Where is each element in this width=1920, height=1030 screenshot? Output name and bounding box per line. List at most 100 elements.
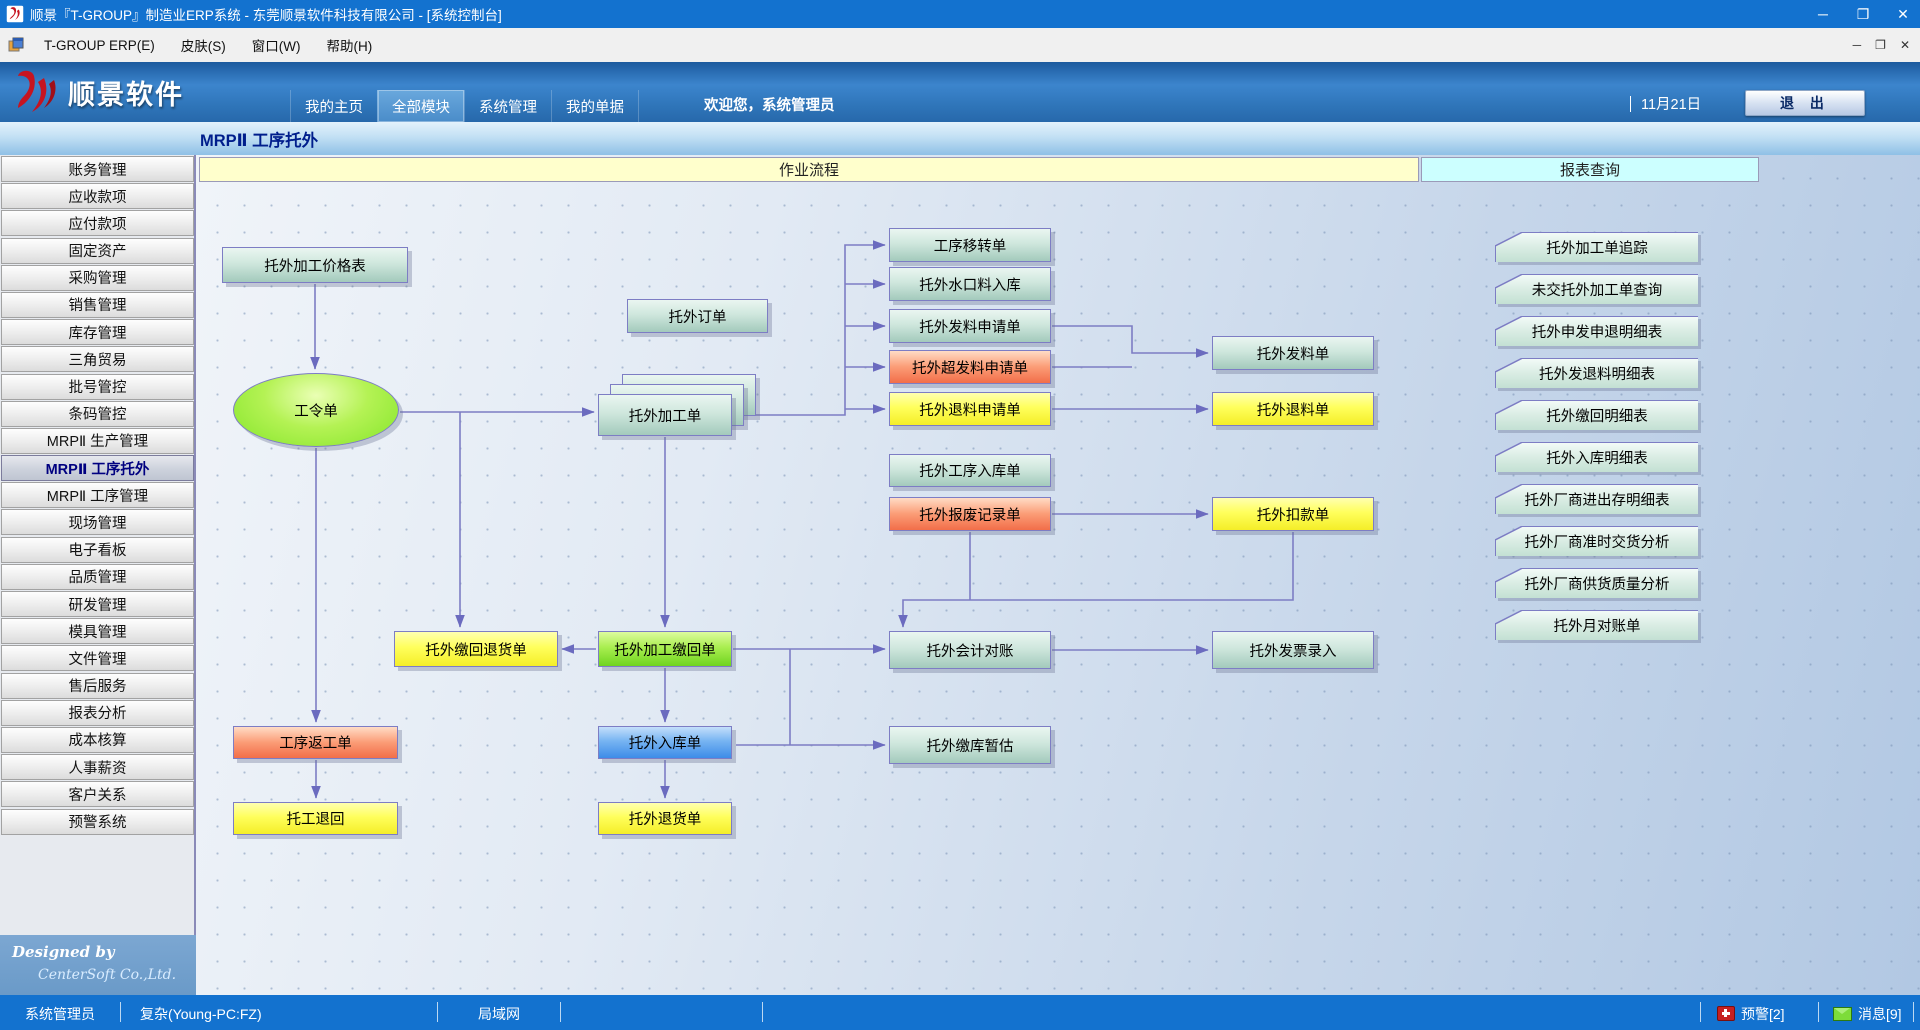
status-separator xyxy=(1700,1002,1701,1022)
sidebar-item-固定资产[interactable]: 固定资产 xyxy=(1,238,194,264)
report-button-托外缴回明细表[interactable]: 托外缴回明细表 xyxy=(1496,401,1698,430)
flow-node-return[interactable]: 托外退料单 xyxy=(1212,392,1374,426)
flow-node-invoice[interactable]: 托外发票录入 xyxy=(1212,631,1374,669)
sidebar-item-电子看板[interactable]: 电子看板 xyxy=(1,537,194,563)
flow-node-warehouse-in[interactable]: 托外入库单 xyxy=(598,726,732,759)
date-text: 11月21日 xyxy=(1630,93,1701,114)
menu-item-tgroup-erp[interactable]: T-GROUP ERP(E) xyxy=(34,34,165,57)
titlebar: 顺景『T-GROUP』制造业ERP系统 - 东莞顺景软件科技有限公司 - [系统… xyxy=(0,0,1920,28)
tab-我的单据[interactable]: 我的单据 xyxy=(551,90,639,122)
sidebar-item-成本核算[interactable]: 成本核算 xyxy=(1,727,194,753)
report-button-托外月对账单[interactable]: 托外月对账单 xyxy=(1496,611,1698,640)
sidebar: 账务管理应收款项应付款项固定资产采购管理销售管理库存管理三角贸易批号管控条码管控… xyxy=(0,155,196,995)
flow-node-accrual[interactable]: 托外缴库暂估 xyxy=(889,726,1051,764)
sidebar-item-MRPⅡ 工序管理[interactable]: MRPⅡ 工序管理 xyxy=(1,482,194,508)
flow-node-scrap[interactable]: 托外报废记录单 xyxy=(889,497,1051,531)
status-alerts[interactable]: 预警[2] xyxy=(1717,1004,1785,1024)
tab-系统管理[interactable]: 系统管理 xyxy=(464,90,551,122)
sidebar-item-现场管理[interactable]: 现场管理 xyxy=(1,509,194,535)
sidebar-item-三角贸易[interactable]: 三角贸易 xyxy=(1,346,194,372)
flow-node-submit[interactable]: 托外加工缴回单 xyxy=(598,631,732,667)
designed-by: Designed by CenterSoft Co.,Ltd. xyxy=(0,935,196,995)
flow-node-transfer[interactable]: 工序移转单 xyxy=(889,228,1051,262)
sidebar-item-报表分析[interactable]: 报表分析 xyxy=(1,700,194,726)
statusbar: 系统管理员 复杂(Young-PC:FZ) 局域网 预警[2] 消息[9] xyxy=(0,995,1920,1030)
page-title: MRPⅡ 工序托外 xyxy=(200,127,318,151)
mdi-minimize-button[interactable]: ─ xyxy=(1853,38,1862,52)
flow-node-process-sheet[interactable]: 托外加工单 xyxy=(598,394,732,436)
report-button-托外申发申退明细表[interactable]: 托外申发申退明细表 xyxy=(1496,317,1698,346)
flow-node-issue-req[interactable]: 托外发料申请单 xyxy=(889,309,1051,343)
flow-node-work-order[interactable]: 工令单 xyxy=(233,373,399,447)
tab-全部模块[interactable]: 全部模块 xyxy=(377,90,464,122)
minimize-button[interactable]: ─ xyxy=(1814,6,1832,22)
sidebar-item-售后服务[interactable]: 售后服务 xyxy=(1,673,194,699)
report-button-托外厂商准时交货分析[interactable]: 托外厂商准时交货分析 xyxy=(1496,527,1698,556)
sidebar-item-应收款项[interactable]: 应收款项 xyxy=(1,183,194,209)
flow-node-outsource-order[interactable]: 托外订单 xyxy=(627,299,768,333)
status-user: 系统管理员 xyxy=(25,1004,95,1024)
sidebar-item-人事薪资[interactable]: 人事薪资 xyxy=(1,754,194,780)
flow-node-price-list[interactable]: 托外加工价格表 xyxy=(222,247,408,283)
sidebar-item-模具管理[interactable]: 模具管理 xyxy=(1,618,194,644)
menubar: T-GROUP ERP(E) 皮肤(S) 窗口(W) 帮助(H) ─ ❐ ✕ xyxy=(0,28,1920,63)
menu-item-skin[interactable]: 皮肤(S) xyxy=(171,31,236,59)
sidebar-item-应付款项[interactable]: 应付款项 xyxy=(1,210,194,236)
sidebar-item-MRPⅡ 工序托外[interactable]: MRPⅡ 工序托外 xyxy=(1,455,194,481)
window-title: 顺景『T-GROUP』制造业ERP系统 - 东莞顺景软件科技有限公司 - [系统… xyxy=(30,4,502,24)
sidebar-item-条码管控[interactable]: 条码管控 xyxy=(1,401,194,427)
mdi-restore-button[interactable]: ❐ xyxy=(1875,38,1886,52)
sidebar-item-文件管理[interactable]: 文件管理 xyxy=(1,645,194,671)
brand-swoosh-icon xyxy=(10,68,62,116)
report-button-wrap: 托外发退料明细表 xyxy=(1496,359,1698,388)
date-separator xyxy=(1630,96,1631,112)
status-separator xyxy=(1913,1002,1914,1022)
sidebar-item-账务管理[interactable]: 账务管理 xyxy=(1,156,194,182)
flow-node-over-issue-req[interactable]: 托外超发料申请单 xyxy=(889,350,1051,384)
brand-logo: 顺景软件 xyxy=(10,68,184,116)
flow-node-proc-in[interactable]: 托外工序入库单 xyxy=(889,454,1051,487)
envelope-icon xyxy=(1833,1007,1852,1021)
sidebar-item-采购管理[interactable]: 采购管理 xyxy=(1,265,194,291)
status-separator xyxy=(120,1002,121,1022)
maximize-button[interactable]: ❐ xyxy=(1854,6,1872,23)
mdi-close-button[interactable]: ✕ xyxy=(1900,38,1910,52)
sidebar-item-品质管理[interactable]: 品质管理 xyxy=(1,564,194,590)
mdi-child-icon xyxy=(8,37,24,53)
sidebar-item-MRPⅡ 生产管理[interactable]: MRPⅡ 生产管理 xyxy=(1,428,194,454)
sidebar-item-预警系统[interactable]: 预警系统 xyxy=(1,809,194,835)
flow-node-return-req[interactable]: 托外退料申请单 xyxy=(889,392,1051,426)
report-button-托外发退料明细表[interactable]: 托外发退料明细表 xyxy=(1496,359,1698,388)
report-button-托外厂商进出存明细表[interactable]: 托外厂商进出存明细表 xyxy=(1496,485,1698,514)
brand-text: 顺景软件 xyxy=(68,73,184,112)
report-button-托外厂商供货质量分析[interactable]: 托外厂商供货质量分析 xyxy=(1496,569,1698,598)
report-button-托外入库明细表[interactable]: 托外入库明细表 xyxy=(1496,443,1698,472)
menu-item-window[interactable]: 窗口(W) xyxy=(242,31,311,59)
status-messages[interactable]: 消息[9] xyxy=(1833,1004,1902,1024)
designed-by-line1: Designed by xyxy=(12,943,115,961)
exit-button[interactable]: 退 出 xyxy=(1745,90,1865,116)
status-separator xyxy=(437,1002,438,1022)
report-button-未交托外加工单查询[interactable]: 未交托外加工单查询 xyxy=(1496,275,1698,304)
sidebar-item-销售管理[interactable]: 销售管理 xyxy=(1,292,194,318)
status-alerts-label: 预警[2] xyxy=(1741,1006,1785,1022)
flow-node-consign-return[interactable]: 托工退回 xyxy=(233,802,398,835)
sidebar-item-批号管控[interactable]: 批号管控 xyxy=(1,374,194,400)
menu-item-help[interactable]: 帮助(H) xyxy=(317,31,383,59)
flow-node-return-goods[interactable]: 托外缴回退货单 xyxy=(394,631,558,667)
flow-node-deduct[interactable]: 托外扣款单 xyxy=(1212,497,1374,531)
date-value: 11月21日 xyxy=(1641,93,1701,114)
flow-node-delivery-return[interactable]: 托外退货单 xyxy=(598,802,732,835)
flow-node-acct[interactable]: 托外会计对账 xyxy=(889,631,1051,669)
tab-我的主页[interactable]: 我的主页 xyxy=(290,90,377,122)
close-button[interactable]: ✕ xyxy=(1894,6,1912,23)
sidebar-item-库存管理[interactable]: 库存管理 xyxy=(1,319,194,345)
flow-node-rework[interactable]: 工序返工单 xyxy=(233,726,398,759)
sidebar-item-研发管理[interactable]: 研发管理 xyxy=(1,591,194,617)
flow-node-issue[interactable]: 托外发料单 xyxy=(1212,336,1374,370)
report-button-托外加工单追踪[interactable]: 托外加工单追踪 xyxy=(1496,233,1698,262)
app-logo-icon xyxy=(6,5,24,23)
report-button-wrap: 未交托外加工单查询 xyxy=(1496,275,1698,304)
sidebar-item-客户关系[interactable]: 客户关系 xyxy=(1,781,194,807)
flow-node-sprue-in[interactable]: 托外水口料入库 xyxy=(889,267,1051,301)
